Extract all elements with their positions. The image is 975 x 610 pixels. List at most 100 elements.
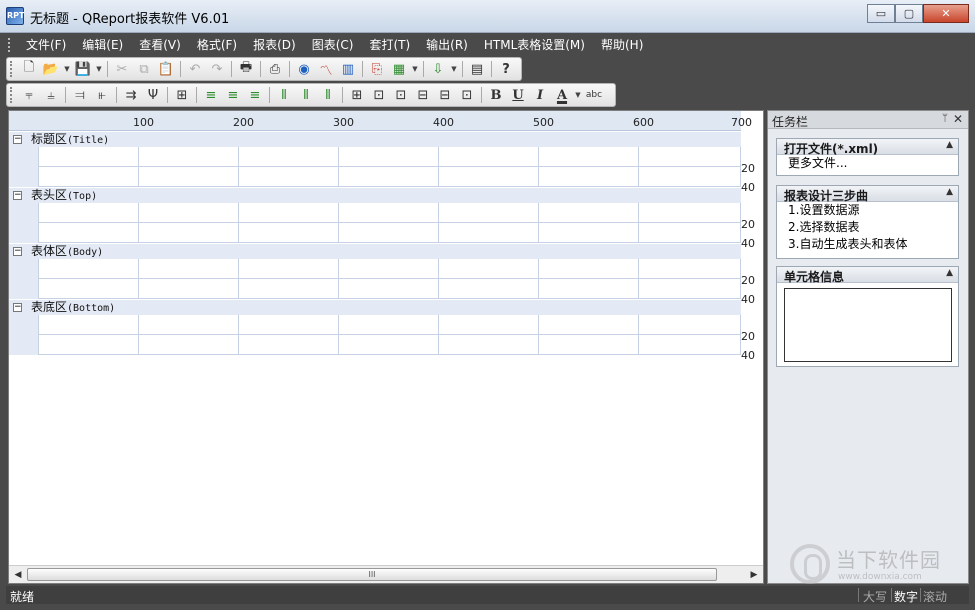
valign-middle-icon[interactable]: ⦀ bbox=[296, 86, 316, 104]
bold-icon[interactable]: B bbox=[486, 86, 506, 104]
table-row[interactable] bbox=[9, 315, 741, 335]
table-cell[interactable] bbox=[439, 167, 539, 187]
insert-row-icon[interactable]: ⫧ bbox=[19, 86, 39, 104]
row-gutter[interactable] bbox=[9, 259, 39, 279]
table-cell[interactable] bbox=[639, 147, 741, 167]
section-bottom-header[interactable]: − 表底区(Bottom) bbox=[9, 300, 741, 315]
menu-file[interactable]: 文件(F) bbox=[18, 34, 74, 56]
menubar-grip[interactable] bbox=[8, 38, 14, 52]
abc-icon[interactable]: abc bbox=[584, 86, 604, 104]
row-gutter[interactable] bbox=[9, 335, 39, 355]
row-gutter[interactable] bbox=[9, 203, 39, 223]
new-file-icon[interactable]: 🗋 bbox=[19, 60, 39, 78]
table-cell[interactable] bbox=[439, 279, 539, 299]
section-body-header[interactable]: − 表体区(Body) bbox=[9, 244, 741, 259]
delete-col-icon[interactable]: ⫦ bbox=[92, 86, 112, 104]
table-cell[interactable] bbox=[639, 279, 741, 299]
collapse-caret-icon[interactable]: ▲ bbox=[946, 140, 953, 150]
h-borders-icon[interactable]: ⊟ bbox=[413, 86, 433, 104]
table-cell[interactable] bbox=[539, 167, 639, 187]
collapse-toggle-icon[interactable]: − bbox=[13, 135, 22, 144]
section-title-header[interactable]: − 标题区(Title) bbox=[9, 132, 741, 147]
table-cell[interactable] bbox=[139, 147, 239, 167]
table-cell[interactable] bbox=[539, 147, 639, 167]
valign-top-icon[interactable]: ⦀ bbox=[274, 86, 294, 104]
align-left-icon[interactable]: ≡ bbox=[201, 86, 221, 104]
table-cell[interactable] bbox=[539, 259, 639, 279]
table-cell[interactable] bbox=[539, 279, 639, 299]
table-cell[interactable] bbox=[539, 335, 639, 355]
menu-overprint[interactable]: 套打(T) bbox=[361, 34, 418, 56]
table-cell[interactable] bbox=[39, 315, 139, 335]
table-cell[interactable] bbox=[639, 203, 741, 223]
minimize-button[interactable]: ▭ bbox=[867, 4, 895, 23]
toolbar-grip[interactable] bbox=[10, 87, 14, 103]
insert-col-icon[interactable]: ⫨ bbox=[41, 86, 61, 104]
table-cell[interactable] bbox=[39, 223, 139, 243]
table-cell[interactable] bbox=[239, 167, 339, 187]
align-right-icon[interactable]: ≡ bbox=[245, 86, 265, 104]
globe-chart-icon[interactable]: ◉ bbox=[294, 60, 314, 78]
table-cell[interactable] bbox=[39, 279, 139, 299]
table-cell[interactable] bbox=[239, 259, 339, 279]
table-cell[interactable] bbox=[339, 167, 439, 187]
table-cell[interactable] bbox=[639, 223, 741, 243]
table-cell[interactable] bbox=[39, 203, 139, 223]
table-cell[interactable] bbox=[139, 259, 239, 279]
table-cell[interactable] bbox=[339, 223, 439, 243]
table-cell[interactable] bbox=[539, 203, 639, 223]
scroll-left-icon[interactable]: ◀ bbox=[11, 568, 25, 582]
close-button[interactable]: ✕ bbox=[923, 4, 969, 23]
step-select-table-link[interactable]: 2.选择数据表 bbox=[777, 219, 958, 236]
table-cell[interactable] bbox=[39, 167, 139, 187]
collapse-caret-icon[interactable]: ▲ bbox=[946, 187, 953, 197]
paste-icon[interactable]: 📋 bbox=[156, 60, 176, 78]
table-cell[interactable] bbox=[239, 279, 339, 299]
collapse-toggle-icon[interactable]: − bbox=[13, 303, 22, 312]
table-cell[interactable] bbox=[39, 147, 139, 167]
table-cell[interactable] bbox=[439, 335, 539, 355]
table-cell[interactable] bbox=[239, 335, 339, 355]
bar-chart-icon[interactable]: ▥ bbox=[338, 60, 358, 78]
menu-view[interactable]: 查看(V) bbox=[131, 34, 189, 56]
collapse-toggle-icon[interactable]: − bbox=[13, 247, 22, 256]
table-cell[interactable] bbox=[639, 167, 741, 187]
table-row[interactable] bbox=[9, 259, 741, 279]
table-cell[interactable] bbox=[239, 147, 339, 167]
table-cell[interactable] bbox=[339, 259, 439, 279]
table-cell[interactable] bbox=[239, 203, 339, 223]
table-cell[interactable] bbox=[339, 335, 439, 355]
table-cell[interactable] bbox=[439, 315, 539, 335]
table-cell[interactable] bbox=[439, 203, 539, 223]
toolbar-grip[interactable] bbox=[10, 61, 14, 77]
print-preview-icon[interactable]: ⎙ bbox=[265, 60, 285, 78]
save-icon[interactable]: 💾 bbox=[73, 60, 93, 78]
table-cell[interactable] bbox=[339, 279, 439, 299]
menu-edit[interactable]: 编辑(E) bbox=[74, 34, 131, 56]
scroll-right-icon[interactable]: ▶ bbox=[747, 568, 761, 582]
scroll-thumb[interactable]: III bbox=[27, 568, 717, 581]
font-color-dropdown-icon[interactable]: ▼ bbox=[574, 86, 582, 104]
step-autogenerate-link[interactable]: 3.自动生成表头和表体 bbox=[777, 236, 958, 253]
table-row[interactable] bbox=[9, 203, 741, 223]
table-cell[interactable] bbox=[39, 259, 139, 279]
report-design-canvas[interactable]: 100 200 300 400 500 600 700 − 标题区(Title)… bbox=[8, 110, 764, 584]
import-dropdown-icon[interactable]: ▼ bbox=[450, 60, 458, 78]
table-row[interactable] bbox=[9, 279, 741, 299]
table-cell[interactable] bbox=[639, 335, 741, 355]
table-icon[interactable]: ⊞ bbox=[172, 86, 192, 104]
table-row[interactable] bbox=[9, 335, 741, 355]
table-cell[interactable] bbox=[539, 223, 639, 243]
open-dropdown-icon[interactable]: ▼ bbox=[63, 60, 71, 78]
table-cell[interactable] bbox=[639, 315, 741, 335]
table-cell[interactable] bbox=[139, 167, 239, 187]
menu-report[interactable]: 报表(D) bbox=[245, 34, 304, 56]
table-cell[interactable] bbox=[139, 335, 239, 355]
table-cell[interactable] bbox=[239, 223, 339, 243]
collapse-toggle-icon[interactable]: − bbox=[13, 191, 22, 200]
delete-row-icon[interactable]: ⫤ bbox=[70, 86, 90, 104]
row-gutter[interactable] bbox=[9, 167, 39, 187]
all-borders-icon[interactable]: ⊞ bbox=[347, 86, 367, 104]
table-cell[interactable] bbox=[239, 315, 339, 335]
menu-help[interactable]: 帮助(H) bbox=[593, 34, 651, 56]
